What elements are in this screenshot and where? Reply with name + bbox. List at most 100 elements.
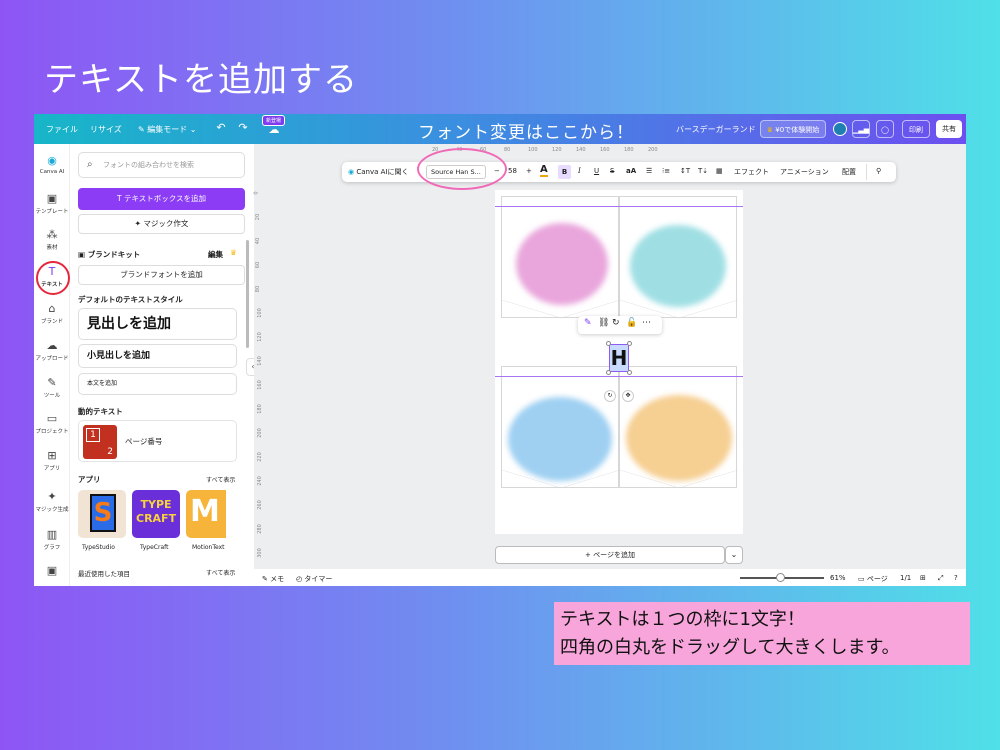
add-page-button[interactable]: + ページを追加 [495,546,725,564]
zoom-level[interactable]: 61% [830,574,846,582]
magic-write-button[interactable]: ✦ マジック作文 [78,214,245,234]
canva-ai-icon: ◉ [47,154,57,167]
rail-item-templates[interactable]: ▣ テンプレート [34,192,70,215]
page-number-card[interactable]: 1 2 ページ番号 [78,420,237,462]
add-subheading-button[interactable]: 小見出しを追加 [78,344,237,368]
paint-format-icon[interactable]: ⚲ [876,167,881,175]
instruction-note: テキストは１つの枠に1文字！ 四角の白丸をドラッグして大きくします。 [554,602,970,665]
ruler-tick-label: 300 [256,548,263,558]
document-title[interactable]: バースデーガーランド [676,124,756,135]
rotate-copy-icon[interactable]: ↻ [612,318,620,328]
selected-text-box[interactable]: H [606,341,632,375]
rail-item-tools[interactable]: ✎ ツール [34,376,70,399]
bold-icon[interactable]: B [558,165,571,179]
rail-item-apps[interactable]: ⊞ アプリ [34,449,70,472]
font-size-input[interactable]: 58 [508,167,517,175]
app-tile-typestudio[interactable]: S [78,490,126,538]
folder-icon: ▭ [46,412,58,425]
lock-icon[interactable]: 🔓 [626,318,637,328]
comment-icon[interactable]: ◯ [876,120,894,138]
rail-item-canva-ai[interactable]: ◉ Canva AI [34,154,70,175]
canvas-area: 20 40 60 80 100 120 140 160 180 200 0 20 40 60 80 100 1… [254,144,966,568]
rail-item-uploads[interactable]: ☁ アップロード [34,339,70,362]
help-icon[interactable]: ? [954,574,958,582]
font-highlight-circle [417,148,507,190]
letter-case-icon[interactable]: aA [626,167,636,175]
add-brand-fonts-button[interactable]: ブランドフォントを追加 [78,265,245,285]
grid-view-icon[interactable]: ⊞ [920,574,926,582]
note-line-2: 四角の白丸をドラッグして大きくします。 [560,637,900,658]
brand-kit-edit-link[interactable]: 編集 [208,249,223,260]
add-page-dropdown[interactable]: ⌄ [725,546,743,564]
add-textbox-button[interactable]: T テキストボックスを追加 [78,188,245,210]
share-button[interactable]: 共有 [936,120,962,138]
underline-icon[interactable]: U [594,167,599,175]
recent-heading: 最近使用した項目 [78,570,130,578]
effects-button[interactable]: エフェクト [734,167,769,177]
resize-handle[interactable] [606,370,611,375]
recent-see-all-link[interactable]: すべて表示 [206,568,235,577]
rail-item-magic-media[interactable]: ✦ マジック生成 [34,490,70,513]
move-handle-icon[interactable]: ✥ [622,390,634,402]
chevron-down-icon: ⌄ [187,125,197,134]
timer-button[interactable]: ◴ タイマー [296,574,332,584]
design-page[interactable]: ✎ ⛓ ↻ 🔓 ⋯ H ↻ ✥ [495,190,743,534]
pages-button[interactable]: ▭ ページ [858,574,888,584]
magic-edit-icon[interactable]: ✎ [584,318,592,328]
panel-scrollbar[interactable] [246,240,249,348]
redo-icon[interactable]: ↷ [236,121,250,135]
arrange-button[interactable]: 配置 [842,167,856,177]
app-tile-motiontext[interactable]: M [186,490,226,538]
undo-icon[interactable]: ↶ [214,121,228,135]
rotate-handle-icon[interactable]: ↻ [604,390,616,402]
resize-menu[interactable]: リサイズ [90,124,122,135]
ruler-tick-label: 160 [600,147,610,153]
memo-button[interactable]: ✎ メモ [262,574,284,584]
rail-item-charts[interactable]: ▥ グラフ [34,528,70,551]
brand-icon: ⌂ [48,302,56,315]
rail-item-projects[interactable]: ▭ プロジェクト [34,412,70,435]
apps-heading: アプリ [78,475,101,484]
animation-button[interactable]: アニメーション [780,167,829,177]
spacing-icon[interactable]: ↕T [680,167,690,175]
more-options-icon[interactable]: ⋯ [642,318,651,328]
rail-item-elements[interactable]: ⁂ 素材 [34,228,70,251]
font-size-increase[interactable]: + [526,167,532,175]
canva-ai-button[interactable]: ◉ Canva AIに聞く [348,167,408,177]
edit-mode-menu[interactable]: ✎ 編集モード ⌄ [138,124,197,135]
rail-item-brand[interactable]: ⌂ ブランド [34,302,70,325]
file-menu[interactable]: ファイル [46,124,78,135]
rail-item-more[interactable]: ▣ [34,564,70,579]
fullscreen-icon[interactable]: ⤢ [938,574,944,583]
strikethrough-icon[interactable]: S [610,167,614,175]
transparency-icon[interactable]: ▦ [716,167,723,175]
cloud-save-icon[interactable]: ☁ [267,123,281,137]
add-heading-button[interactable]: 見出しを追加 [78,308,237,340]
app-name-typestudio: TypeStudio [82,544,115,551]
apps-see-all-link[interactable]: すべて表示 [206,475,235,484]
link-icon[interactable]: ⛓ [598,318,609,328]
list-icon[interactable]: ⁝≡ [662,167,670,175]
search-icon: ⌕ [87,159,93,170]
resize-handle[interactable] [627,370,632,375]
pencil-icon: ✎ [138,125,148,134]
italic-icon[interactable]: I [578,167,581,175]
resize-handle[interactable] [627,341,632,346]
crown-icon: ♛ [766,126,774,134]
teal-watercolor-blob [630,225,726,307]
text-color-icon[interactable]: A [540,165,548,177]
add-body-text-button[interactable]: 本文を追加 [78,373,237,395]
avatar[interactable] [833,122,847,136]
garland-flag [501,196,620,318]
vertical-text-icon[interactable]: T⇣ [698,167,708,175]
zoom-slider-knob[interactable] [776,573,785,582]
app-tile-typecraft[interactable]: TYPE CRAFT [132,490,180,538]
selected-letter[interactable]: H [610,346,628,370]
font-search-input[interactable]: ⌕ フォントの組み合わせを検索 [78,152,245,178]
free-trial-button[interactable]: ♛ ¥0で体験開始 [760,120,826,138]
align-center-icon[interactable]: ☰ [646,167,652,175]
print-button[interactable]: 印刷 [902,120,930,138]
resize-handle[interactable] [606,341,611,346]
garland-flag [619,366,738,488]
analytics-icon[interactable]: ▁▃▅ [852,120,870,138]
